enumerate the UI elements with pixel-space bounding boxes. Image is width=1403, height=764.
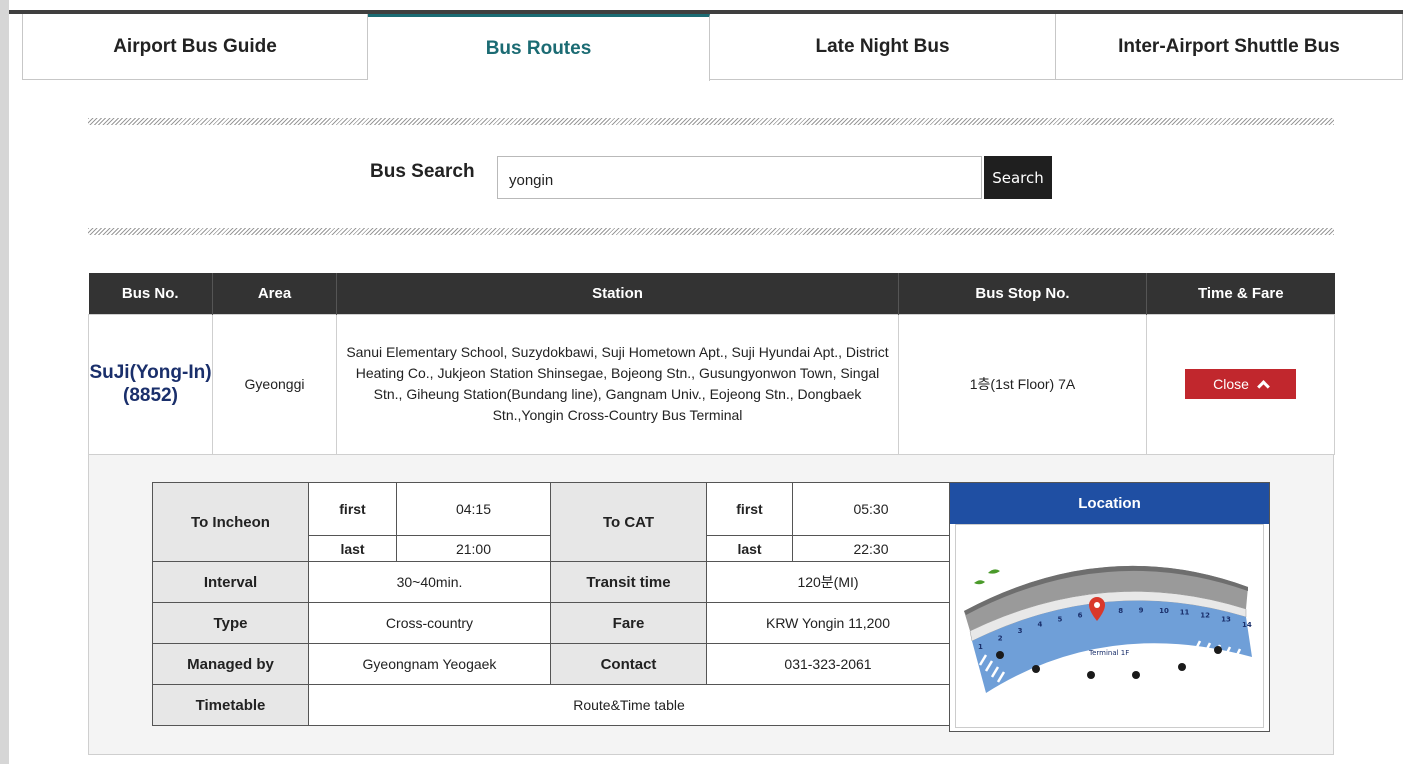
timetable-label: Timetable [152,684,309,726]
gate-number: 10 [1159,607,1169,615]
tree-icon [988,569,1000,574]
gate-number: 6 [1078,611,1083,619]
tab-bar: Airport Bus Guide Bus Routes Late Night … [22,14,1403,81]
hatched-divider-bottom [88,228,1334,235]
gate-number: 11 [1180,609,1190,617]
tab-inter-airport-shuttle-bus[interactable]: Inter-Airport Shuttle Bus [1056,14,1403,80]
bus-stations: Sanui Elementary School, Suzydokbawi, Su… [336,313,899,455]
window-left-edge [0,0,9,764]
gate-number: 3 [1018,627,1023,635]
incheon-last-label: last [308,535,397,562]
tab-late-night-bus[interactable]: Late Night Bus [710,14,1056,80]
gate-number: 13 [1221,616,1231,624]
type-value: Cross-country [308,602,551,644]
contact-value: 031-323-2061 [706,643,950,685]
interval-value: 30~40min. [308,561,551,603]
column-header-bus-stop-no: Bus Stop No. [898,273,1147,314]
to-cat-label: To CAT [550,482,707,562]
terminal-map: 1234567891011121314 Terminal 1F [955,524,1264,728]
managed-by-value: Gyeongnam Yeogaek [308,643,551,685]
transit-time-value: 120분(MI) [706,561,950,603]
chevron-up-icon [1257,379,1270,393]
cat-last-time: 22:30 [792,535,950,562]
contact-label: Contact [550,643,707,685]
transit-time-label: Transit time [550,561,707,603]
gate-number: 8 [1118,607,1123,615]
location-panel: Location 1 2 3 4 5 6 8 9 10 11 12 13 14 … [949,482,1270,732]
tab-bus-routes[interactable]: Bus Routes [368,14,710,81]
gate-number: 12 [1200,612,1210,620]
column-header-station: Station [336,273,899,314]
hatched-divider-top [88,118,1334,125]
bus-search-label: Bus Search [370,161,475,182]
gate-number: 1 [978,643,983,651]
gate-number: 5 [1058,615,1063,623]
terminal-map-image: 1234567891011121314 Terminal 1F [964,565,1252,693]
close-button-label: Close [1213,376,1249,392]
type-label: Type [152,602,309,644]
cat-first-time: 05:30 [792,482,950,536]
fare-value: KRW Yongin 11,200 [706,602,950,644]
cat-last-label: last [706,535,793,562]
terminal-label: Terminal 1F [1088,649,1129,657]
fare-label: Fare [550,602,707,644]
gate-number: 2 [998,634,1003,642]
column-header-bus-no: Bus No. [88,273,213,314]
bus-area: Gyeonggi [212,313,337,455]
tree-icon [974,580,985,585]
gate-number: 4 [1038,621,1043,629]
incheon-last-time: 21:00 [396,535,551,562]
search-button[interactable]: Search [984,156,1052,199]
incheon-first-label: first [308,482,397,536]
bus-results-table: Bus No. Area Station Bus Stop No. Time &… [88,273,1335,455]
gate-number: 14 [1242,621,1252,629]
column-header-time-fare: Time & Fare [1146,273,1335,314]
bus-search-input[interactable] [497,156,982,199]
top-strip [9,0,1403,10]
to-incheon-label: To Incheon [152,482,309,562]
bus-number[interactable]: SuJi(Yong-In)(8852) [88,313,213,455]
bus-info-table: To Incheon first 04:15 To CAT first 05:3… [152,482,950,726]
managed-by-label: Managed by [152,643,309,685]
incheon-first-time: 04:15 [396,482,551,536]
cat-first-label: first [706,482,793,536]
bus-stop-number: 1층(1st Floor) 7A [898,313,1147,455]
column-header-area: Area [212,273,337,314]
route-time-table-link[interactable]: Route&Time table [308,684,950,726]
gate-number: 9 [1139,606,1144,614]
interval-label: Interval [152,561,309,603]
table-header-row: Bus No. Area Station Bus Stop No. Time &… [88,273,1335,314]
close-button[interactable]: Close [1185,369,1296,399]
time-fare-cell: Close [1146,313,1335,455]
location-header: Location [950,483,1269,524]
tab-airport-bus-guide[interactable]: Airport Bus Guide [22,14,368,80]
table-row: SuJi(Yong-In)(8852) Gyeonggi Sanui Eleme… [88,313,1335,455]
